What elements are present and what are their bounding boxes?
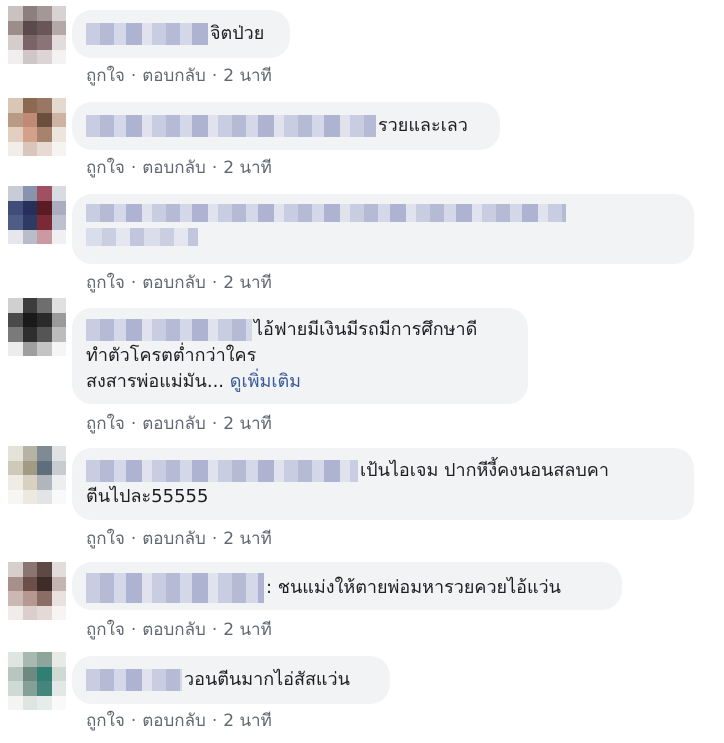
comment-text: : ชนแม่งให้ตายพ่อมหารวยควยไอ้แว่น (266, 577, 561, 598)
separator: · (211, 414, 218, 434)
comment-actions: ถูกใจ · ตอบกลับ · 2 นาที (86, 269, 272, 296)
redacted-username[interactable] (86, 460, 358, 482)
avatar[interactable] (8, 98, 66, 156)
redacted-username[interactable] (86, 115, 376, 137)
separator: · (130, 158, 137, 178)
like-link[interactable]: ถูกใจ (86, 158, 125, 178)
comment-actions: ถูกใจ · ตอบกลับ · 2 นาที (86, 616, 272, 643)
separator: · (130, 273, 137, 293)
avatar[interactable] (8, 6, 66, 64)
avatar[interactable] (8, 562, 66, 620)
like-link[interactable]: ถูกใจ (86, 66, 125, 86)
comment-text-line1: ไอ้ฟายมีเงินมีรถมีการศึกษาดี (254, 319, 478, 340)
like-link[interactable]: ถูกใจ (86, 273, 125, 293)
comment-actions: ถูกใจ · ตอบกลับ · 2 นาที (86, 525, 272, 552)
avatar[interactable] (8, 298, 66, 356)
comment-actions: ถูกใจ · ตอบกลับ · 2 นาที (86, 707, 272, 734)
comment-text: จิตป่วย (210, 23, 265, 44)
redacted-text (86, 228, 198, 246)
comment-text-line2: ทำตัวโครตต่ำกว่าใคร (86, 345, 257, 366)
avatar[interactable] (8, 186, 66, 244)
comment-actions: ถูกใจ · ตอบกลับ · 2 นาที (86, 410, 272, 437)
redacted-username[interactable] (86, 573, 264, 603)
separator: · (130, 66, 137, 86)
like-link[interactable]: ถูกใจ (86, 711, 125, 731)
like-link[interactable]: ถูกใจ (86, 620, 125, 640)
redacted-username[interactable] (86, 669, 182, 691)
reply-link[interactable]: ตอบกลับ (142, 414, 206, 434)
separator: · (211, 711, 218, 731)
see-more-link[interactable]: ดูเพิ่มเติม (230, 371, 301, 392)
timestamp[interactable]: 2 นาที (223, 620, 272, 640)
comment-text-line1: เป้นไอเจม ปากหีงี้คงนอนสลบคา (360, 460, 609, 481)
separator: · (211, 158, 218, 178)
timestamp[interactable]: 2 นาที (223, 158, 272, 178)
like-link[interactable]: ถูกใจ (86, 414, 125, 434)
comment-bubble: จิตป่วย (72, 10, 290, 58)
comment-bubble: รวยและเลว (72, 102, 500, 150)
reply-link[interactable]: ตอบกลับ (142, 273, 206, 293)
timestamp[interactable]: 2 นาที (223, 414, 272, 434)
timestamp[interactable]: 2 นาที (223, 529, 272, 549)
avatar[interactable] (8, 652, 66, 710)
separator: · (211, 273, 218, 293)
comment-bubble: : ชนแม่งให้ตายพ่อมหารวยควยไอ้แว่น (72, 562, 622, 610)
separator: · (211, 620, 218, 640)
comment-text-line2: ตีนไปละ55555 (86, 486, 209, 507)
comment-text: รวยและเลว (378, 115, 468, 136)
comment-bubble (72, 194, 694, 264)
reply-link[interactable]: ตอบกลับ (142, 66, 206, 86)
comment-text-line3: สงสารพ่อแม่มัน... (86, 371, 225, 392)
reply-link[interactable]: ตอบกลับ (142, 529, 206, 549)
reply-link[interactable]: ตอบกลับ (142, 620, 206, 640)
timestamp[interactable]: 2 นาที (223, 273, 272, 293)
like-link[interactable]: ถูกใจ (86, 529, 125, 549)
comment-bubble: เป้นไอเจม ปากหีงี้คงนอนสลบคา ตีนไปละ5555… (72, 448, 694, 520)
redacted-username[interactable] (86, 23, 208, 45)
separator: · (130, 711, 137, 731)
redacted-username[interactable] (86, 204, 566, 222)
timestamp[interactable]: 2 นาที (223, 711, 272, 731)
comment-bubble: ไอ้ฟายมีเงินมีรถมีการศึกษาดี ทำตัวโครตต่… (72, 308, 528, 404)
comment-actions: ถูกใจ · ตอบกลับ · 2 นาที (86, 62, 272, 89)
reply-link[interactable]: ตอบกลับ (142, 158, 206, 178)
separator: · (211, 529, 218, 549)
separator: · (130, 529, 137, 549)
avatar[interactable] (8, 446, 66, 504)
timestamp[interactable]: 2 นาที (223, 66, 272, 86)
comment-actions: ถูกใจ · ตอบกลับ · 2 นาที (86, 154, 272, 181)
separator: · (130, 414, 137, 434)
reply-link[interactable]: ตอบกลับ (142, 711, 206, 731)
separator: · (211, 66, 218, 86)
comment-text: วอนตีนมากไอ่สัสแว่น (184, 669, 350, 690)
redacted-username[interactable] (86, 319, 252, 341)
comment-bubble: วอนตีนมากไอ่สัสแว่น (72, 656, 390, 704)
separator: · (130, 620, 137, 640)
